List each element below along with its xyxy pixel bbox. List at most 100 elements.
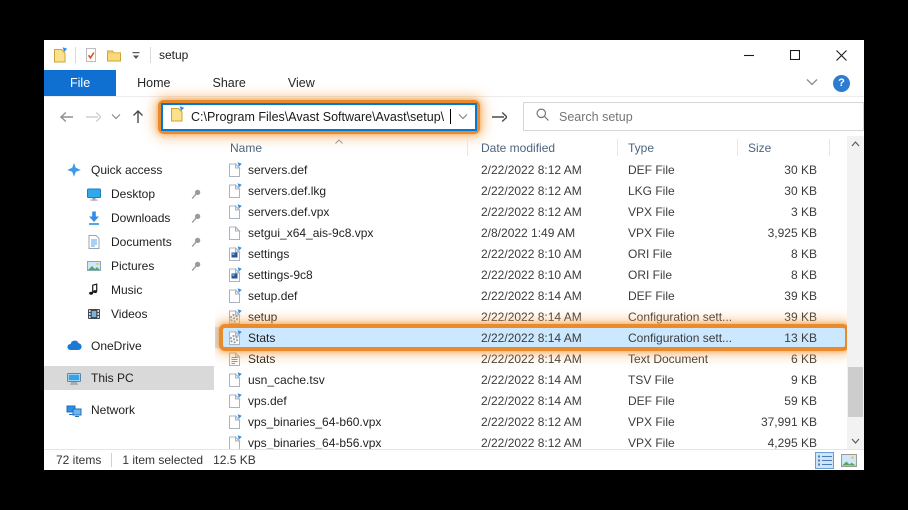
sidebar-item-downloads[interactable]: Downloads (44, 206, 214, 230)
new-folder-icon[interactable] (106, 47, 122, 63)
column-header-type[interactable]: Type (617, 141, 737, 155)
tab-view[interactable]: View (267, 70, 336, 96)
address-path[interactable]: C:\Program Files\Avast Software\Avast\se… (191, 110, 448, 124)
file-row-servers-def-lkg[interactable]: servers.def.lkg2/22/2022 8:12 AMLKG File… (215, 180, 847, 201)
file-blue-icon (227, 372, 242, 388)
navigation-pane: Quick access Desktop Downloads DocumentsPic… (44, 136, 214, 449)
vertical-scrollbar[interactable] (847, 136, 864, 449)
file-row-setgui-x64-ais-9c8-vpx[interactable]: setgui_x64_ais-9c8.vpx2/8/2022 1:49 AMVP… (215, 222, 847, 243)
sidebar-item-label: Network (91, 403, 135, 417)
maximize-button[interactable] (772, 40, 818, 70)
file-row-vps-binaries-64-b56-vpx[interactable]: vps_binaries_64-b56.vpx2/22/2022 8:12 AM… (215, 432, 847, 449)
file-row-setup-def[interactable]: setup.def2/22/2022 8:14 AMDEF File39 KB (215, 285, 847, 306)
date-modified-cell: 2/22/2022 8:12 AM (467, 184, 617, 198)
date-modified-cell: 2/22/2022 8:14 AM (467, 289, 617, 303)
type-cell: VPX File (617, 226, 737, 240)
tab-share[interactable]: Share (192, 70, 267, 96)
up-arrow-icon[interactable] (131, 109, 145, 124)
sidebar-item-desktop[interactable]: Desktop (44, 182, 214, 206)
explorer-window: setup File Home Share View ? C:\Program … (44, 40, 864, 470)
star-icon (66, 162, 82, 178)
type-cell: TSV File (617, 373, 737, 387)
file-row-setup[interactable]: setup2/22/2022 8:14 AMConfiguration sett… (215, 306, 847, 327)
file-name-cell: Stats (215, 351, 467, 367)
date-modified-cell: 2/22/2022 8:14 AM (467, 352, 617, 366)
size-cell: 3,925 KB (737, 226, 845, 240)
details-view-icon[interactable] (815, 452, 834, 469)
type-cell: VPX File (617, 205, 737, 219)
ribbon-tabs: File Home Share View ? (44, 70, 864, 97)
size-cell: 8 KB (737, 268, 845, 282)
file-row-settings[interactable]: settings2/22/2022 8:10 AMORI File8 KB (215, 243, 847, 264)
column-resize-handle[interactable] (829, 139, 830, 156)
size-cell: 3 KB (737, 205, 845, 219)
file-row-servers-def[interactable]: servers.def2/22/2022 8:12 AMDEF File30 K… (215, 159, 847, 180)
file-row-stats[interactable]: Stats2/22/2022 8:14 AMText Document6 KB (215, 348, 847, 369)
sidebar-item-network[interactable]: Network (44, 398, 214, 422)
file-blue-icon (227, 162, 242, 178)
column-resize-handle[interactable] (467, 139, 468, 156)
sidebar-item-label: This PC (91, 371, 134, 385)
file-ori-icon (227, 246, 242, 262)
sort-ascending-icon (334, 134, 344, 148)
file-name-cell: vps.def (215, 393, 467, 409)
navigation-toolbar: C:\Program Files\Avast Software\Avast\se… (44, 97, 864, 136)
size-cell: 13 KB (737, 331, 845, 345)
search-box[interactable]: Search setup (523, 102, 864, 131)
scroll-down-icon[interactable] (847, 433, 864, 449)
size-cell: 39 KB (737, 289, 845, 303)
sidebar-item-quick-access[interactable]: Quick access (44, 158, 214, 182)
sidebar-item-label: Downloads (111, 211, 170, 225)
date-modified-cell: 2/22/2022 8:14 AM (467, 310, 617, 324)
monitor-icon (86, 186, 102, 202)
forward-arrow-icon[interactable] (84, 110, 101, 124)
date-modified-cell: 2/22/2022 8:12 AM (467, 163, 617, 177)
ribbon-expand-chevron-icon[interactable] (805, 74, 819, 92)
sidebar-item-label: Quick access (91, 163, 162, 177)
file-row-usn-cache-tsv[interactable]: usn_cache.tsv2/22/2022 8:14 AMTSV File9 … (215, 369, 847, 390)
file-name-cell: setup (215, 309, 467, 325)
address-dropdown-chevron-icon[interactable] (457, 108, 469, 126)
properties-check-icon[interactable] (83, 47, 99, 63)
column-resize-handle[interactable] (737, 139, 738, 156)
customize-qat-chevron-icon[interactable] (129, 48, 143, 62)
pin-icon (190, 260, 202, 275)
file-list: Name Date modified Type Size servers.def… (214, 136, 847, 449)
date-modified-cell: 2/22/2022 8:14 AM (467, 373, 617, 387)
thumbnail-view-icon[interactable] (839, 452, 858, 469)
scrollbar-thumb[interactable] (848, 367, 863, 417)
file-row-settings-9c8[interactable]: settings-9c82/22/2022 8:10 AMORI File8 K… (215, 264, 847, 285)
recent-locations-chevron-icon[interactable] (110, 113, 122, 121)
file-name-cell: setup.def (215, 288, 467, 304)
back-arrow-icon[interactable] (58, 110, 75, 124)
sidebar-item-this-pc[interactable]: This PC (44, 366, 214, 390)
file-row-vps-binaries-64-b60-vpx[interactable]: vps_binaries_64-b60.vpx2/22/2022 8:12 AM… (215, 411, 847, 432)
size-cell: 9 KB (737, 373, 845, 387)
tab-home[interactable]: Home (116, 70, 191, 96)
tab-file[interactable]: File (44, 70, 116, 96)
help-icon[interactable]: ? (833, 75, 850, 92)
sidebar-item-videos[interactable]: Videos (44, 302, 214, 326)
size-cell: 39 KB (737, 310, 845, 324)
file-row-servers-def-vpx[interactable]: servers.def.vpx2/22/2022 8:12 AMVPX File… (215, 201, 847, 222)
file-row-vps-def[interactable]: vps.def2/22/2022 8:14 AMDEF File59 KB (215, 390, 847, 411)
minimize-button[interactable] (726, 40, 772, 70)
folder-file-icon (169, 106, 185, 127)
go-arrow-icon[interactable] (490, 110, 507, 124)
item-count: 72 items (56, 453, 101, 467)
file-row-stats[interactable]: Stats2/22/2022 8:14 AMConfiguration sett… (215, 327, 847, 348)
close-button[interactable] (818, 40, 864, 70)
sidebar-item-pictures[interactable]: Pictures (44, 254, 214, 278)
address-bar[interactable]: C:\Program Files\Avast Software\Avast\se… (161, 103, 477, 131)
scroll-up-icon[interactable] (847, 136, 864, 152)
column-resize-handle[interactable] (617, 139, 618, 156)
sidebar-item-onedrive[interactable]: OneDrive (44, 334, 214, 358)
sidebar-item-documents[interactable]: Documents (44, 230, 214, 254)
type-cell: DEF File (617, 289, 737, 303)
date-modified-cell: 2/22/2022 8:12 AM (467, 205, 617, 219)
column-header-date-modified[interactable]: Date modified (467, 141, 617, 155)
sidebar-item-music[interactable]: Music (44, 278, 214, 302)
file-name-cell: servers.def.vpx (215, 204, 467, 220)
file-name-cell: setgui_x64_ais-9c8.vpx (215, 225, 467, 241)
document-icon (86, 234, 102, 250)
